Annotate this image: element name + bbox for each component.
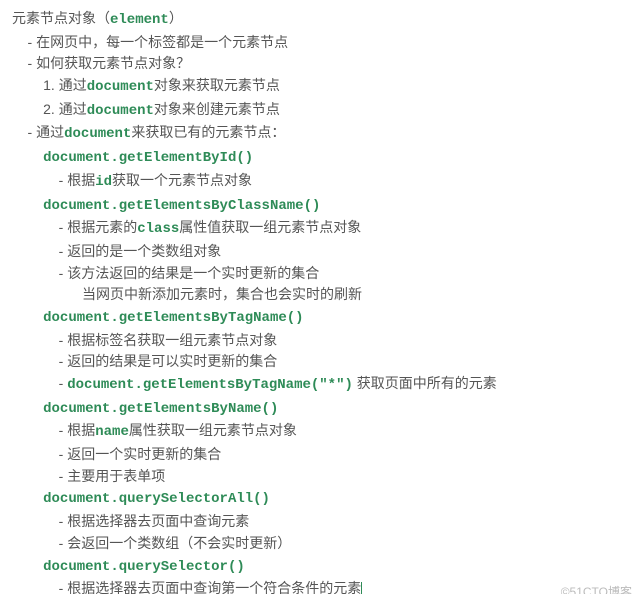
watermark: ©51CTO博客 bbox=[561, 583, 632, 594]
list-item: - 返回一个实时更新的集合 bbox=[12, 444, 630, 466]
t: 根据选择器去页面中查询元素 bbox=[67, 513, 249, 529]
kw-id: id bbox=[95, 174, 112, 190]
t: 返回的是一个类数组对象 bbox=[67, 243, 221, 259]
list-item: - 该方法返回的结果是一个实时更新的集合 bbox=[12, 263, 630, 285]
t: 获取一个元素节点对象 bbox=[112, 172, 252, 188]
list-item: - 根据标签名获取一组元素节点对象 bbox=[12, 330, 630, 352]
t: 属性值获取一组元素节点对象 bbox=[179, 219, 361, 235]
t: 通过 bbox=[59, 77, 87, 93]
code-qsa: document.querySelectorAll() bbox=[43, 491, 270, 507]
t: 根据 bbox=[67, 172, 95, 188]
t: 对象来创建元素节点 bbox=[154, 101, 280, 117]
kw-name: name bbox=[95, 424, 129, 440]
t: 根据选择器去页面中查询第一个符合条件的元素 bbox=[67, 580, 361, 594]
list-item: - 根据选择器去页面中查询元素 bbox=[12, 511, 630, 533]
list-item: - 会返回一个类数组（不会实时更新） bbox=[12, 533, 630, 555]
bullet-text: 在网页中，每一个标签都是一个元素节点 bbox=[36, 34, 288, 50]
code-get-by-tag: document.getElementsByTagName() bbox=[43, 310, 303, 326]
list-item: - 根据id获取一个元素节点对象 bbox=[12, 170, 630, 194]
num: 1. bbox=[43, 77, 55, 93]
code-get-by-id: document.getElementById() bbox=[43, 150, 253, 166]
t: 根据 bbox=[67, 422, 95, 438]
bullet-text: 如何获取元素节点对象？ bbox=[36, 55, 190, 71]
method-line: document.querySelector() bbox=[12, 555, 630, 579]
t: 获取页面中所有的元素 bbox=[353, 375, 497, 391]
list-item: 1. 通过document对象来获取元素节点 bbox=[12, 75, 630, 99]
t: 通过 bbox=[36, 124, 64, 140]
t: 根据元素的 bbox=[67, 219, 137, 235]
list-item: - 根据选择器去页面中查询第一个符合条件的元素 bbox=[12, 578, 630, 594]
code-qs: document.querySelector() bbox=[43, 559, 245, 575]
outline-root: 元素节点对象（element） - 在网页中，每一个标签都是一个元素节点 - 如… bbox=[12, 8, 630, 594]
t: 返回的结果是可以实时更新的集合 bbox=[67, 353, 277, 369]
code-get-by-class: document.getElementsByClassName() bbox=[43, 198, 320, 214]
t: 对象来获取元素节点 bbox=[154, 77, 280, 93]
method-line: document.querySelectorAll() bbox=[12, 487, 630, 511]
list-item: - 根据元素的class属性值获取一组元素节点对象 bbox=[12, 217, 630, 241]
t: 返回一个实时更新的集合 bbox=[67, 446, 221, 462]
t: 当网页中新添加元素时，集合也会实时的刷新 bbox=[82, 286, 362, 302]
title-code: element bbox=[110, 12, 169, 28]
list-item: - 通过document来获取已有的元素节点： bbox=[12, 122, 630, 146]
code-tag-star: document.getElementsByTagName("*") bbox=[67, 377, 353, 393]
kw-document: document bbox=[87, 79, 154, 95]
t: 属性获取一组元素节点对象 bbox=[129, 422, 297, 438]
t: 根据标签名获取一组元素节点对象 bbox=[67, 332, 277, 348]
kw-class: class bbox=[137, 221, 179, 237]
kw-document: document bbox=[87, 103, 154, 119]
t: 会返回一个类数组（不会实时更新） bbox=[67, 535, 291, 551]
list-item: 2. 通过document对象来创建元素节点 bbox=[12, 99, 630, 123]
list-item: - 在网页中，每一个标签都是一个元素节点 bbox=[12, 32, 630, 54]
list-item: - 返回的是一个类数组对象 bbox=[12, 241, 630, 263]
list-item: - 根据name属性获取一组元素节点对象 bbox=[12, 420, 630, 444]
list-item: - 返回的结果是可以实时更新的集合 bbox=[12, 351, 630, 373]
t: 主要用于表单项 bbox=[67, 468, 165, 484]
t: 通过 bbox=[59, 101, 87, 117]
list-item: - document.getElementsByTagName("*") 获取页… bbox=[12, 373, 630, 397]
method-line: document.getElementById() bbox=[12, 146, 630, 170]
list-item: - 如何获取元素节点对象？ bbox=[12, 53, 630, 75]
title-line: 元素节点对象（element） bbox=[12, 8, 630, 32]
title-suffix: ） bbox=[169, 10, 183, 26]
kw-document: document bbox=[64, 126, 131, 142]
method-line: document.getElementsByTagName() bbox=[12, 306, 630, 330]
list-item: 当网页中新添加元素时，集合也会实时的刷新 bbox=[12, 284, 630, 306]
method-line: document.getElementsByClassName() bbox=[12, 194, 630, 218]
code-get-by-name: document.getElementsByName() bbox=[43, 401, 278, 417]
title-prefix: 元素节点对象（ bbox=[12, 10, 110, 26]
method-line: document.getElementsByName() bbox=[12, 397, 630, 421]
text-cursor-icon bbox=[361, 582, 362, 594]
t: 该方法返回的结果是一个实时更新的集合 bbox=[67, 265, 319, 281]
num: 2. bbox=[43, 101, 55, 117]
t: 来获取已有的元素节点： bbox=[131, 124, 285, 140]
list-item: - 主要用于表单项 bbox=[12, 466, 630, 488]
